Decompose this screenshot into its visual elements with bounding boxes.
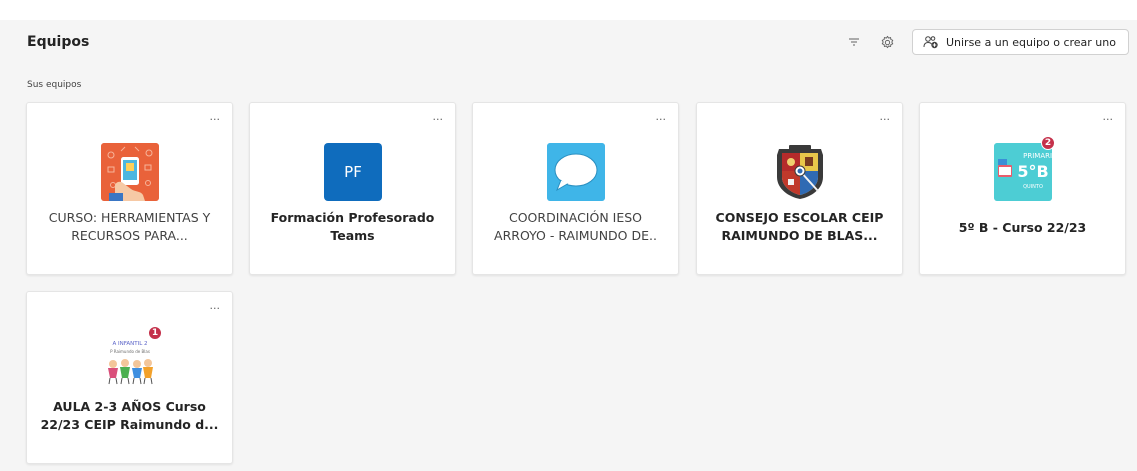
join-button-label: Unirse a un equipo o crear uno xyxy=(945,35,1116,49)
team-card[interactable]: ... COORDINACIÓN IESO ARROYO - RAIMUNDO … xyxy=(472,102,679,275)
page-header: Equipos Unirse a un equipo o crear uno xyxy=(27,29,1129,55)
avatar-top-text: PRIMARIA xyxy=(1023,152,1052,160)
more-options-icon[interactable]: ... xyxy=(210,111,221,123)
team-avatar-primaria-5b-image: PRIMARIA 5°B QUINTO 2 xyxy=(994,136,1057,201)
more-options-icon[interactable]: ... xyxy=(210,300,221,312)
team-card[interactable]: ... PF Formación Profesorado Teams xyxy=(249,102,456,275)
team-name: Formación Profesorado Teams xyxy=(270,210,435,243)
header-tools: Unirse a un equipo o crear uno xyxy=(844,29,1129,55)
notification-badge: 1 xyxy=(148,326,162,340)
team-name: 5º B - Curso 22/23 xyxy=(958,220,1087,235)
team-name: CURSO: HERRAMIENTAS Y RECURSOS PARA... xyxy=(48,210,211,243)
people-add-icon xyxy=(923,35,939,49)
team-card[interactable]: ... CURSO: HERRAMIENTAS Y RECURSOS PARA.… xyxy=(26,102,233,275)
team-avatar-speech-bubble-icon xyxy=(547,143,605,201)
team-avatar-coat-of-arms-icon xyxy=(771,143,829,201)
filter-icon[interactable] xyxy=(844,32,864,52)
notification-badge: 2 xyxy=(1041,136,1055,150)
gear-icon[interactable] xyxy=(878,32,898,52)
team-name: COORDINACIÓN IESO ARROYO - RAIMUNDO DE.. xyxy=(494,210,657,243)
team-card[interactable]: ... CONSEJO ESCOLAR CEIP RAIMUNDO DE BLA… xyxy=(696,102,903,275)
team-card[interactable]: ... A INFANTIL 2 P Raimundo de Blas 1 AU… xyxy=(26,291,233,464)
more-options-icon[interactable]: ... xyxy=(880,111,891,123)
team-avatar-kids-drawing-image: A INFANTIL 2 P Raimundo de Blas 1 xyxy=(101,326,162,390)
team-name: AULA 2-3 AÑOS Curso 22/23 CEIP Raimundo … xyxy=(40,399,219,432)
team-avatar-hand-phone-icon xyxy=(101,143,159,201)
more-options-icon[interactable]: ... xyxy=(1103,111,1114,123)
avatar-sub-text: P Raimundo de Blas xyxy=(110,349,150,354)
page-title: Equipos xyxy=(27,34,90,50)
more-options-icon[interactable]: ... xyxy=(433,111,444,123)
join-or-create-team-button[interactable]: Unirse a un equipo o crear uno xyxy=(911,29,1129,55)
team-avatar-initials: PF xyxy=(324,143,382,201)
team-name: CONSEJO ESCOLAR CEIP RAIMUNDO DE BLAS... xyxy=(715,210,884,243)
avatar-main-text: 5°B xyxy=(1017,162,1048,181)
avatar-bottom-text: QUINTO xyxy=(1023,184,1043,190)
avatar-top-text: A INFANTIL 2 xyxy=(112,341,147,347)
section-label: Sus equipos xyxy=(27,80,82,90)
top-band xyxy=(0,0,1137,20)
more-options-icon[interactable]: ... xyxy=(656,111,667,123)
team-card[interactable]: ... PRIMARIA 5°B QUINTO 2 5º B - Curso 2… xyxy=(919,102,1126,275)
